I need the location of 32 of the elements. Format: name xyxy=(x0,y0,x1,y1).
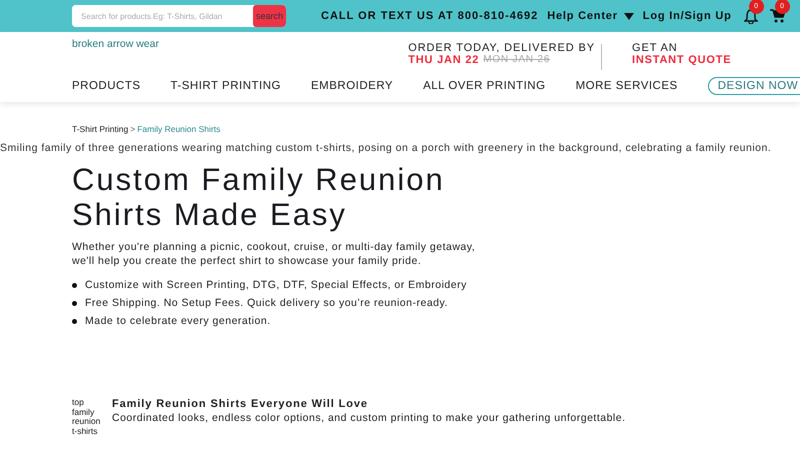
design-now-button[interactable]: DESIGN NOW xyxy=(708,77,800,95)
nav-item[interactable]: MORE SERVICES xyxy=(576,80,678,92)
bullet-text: Made to celebrate every generation. xyxy=(85,315,271,327)
bullet-icon xyxy=(72,300,77,306)
help-center-link[interactable]: Help Center xyxy=(547,10,634,22)
delivery-label: ORDER TODAY, DELIVERED BY xyxy=(408,42,595,54)
feature-heading: Family Reunion Shirts Everyone Will Love xyxy=(112,398,369,410)
image-alt-text: Smiling family of three generations wearing matching custom t-shirts, posing on a porch with greenery in the background, celebrating a family reunion. xyxy=(0,142,772,154)
nav-item[interactable]: T-SHIRT PRINTING xyxy=(170,80,281,92)
login-link[interactable]: Log In/Sign Up xyxy=(642,10,732,22)
bullet-text: Customize with Screen Printing, DTG, DTF, Special Effects, or Embroidery xyxy=(85,279,467,291)
quote-label: GET AN xyxy=(632,42,679,54)
logo-alt-text[interactable]: broken arrow wear xyxy=(72,38,159,50)
delivery-date: THU JAN 22 xyxy=(408,54,480,66)
intro-paragraph: Whether you're planning a picnic, cookout, cruise, or multi-day family getaway, we'll help you create the perfect shirt to showcase your family pride. xyxy=(72,240,476,268)
bullet-icon xyxy=(72,282,77,288)
nav-item[interactable]: PRODUCTS xyxy=(72,80,141,92)
feature-text: Coordinated looks, endless color options, and custom printing to make your gathering unforgettable. xyxy=(112,412,626,424)
bell-icon[interactable] xyxy=(744,8,758,24)
breadcrumb-link[interactable]: Family Reunion Shirts xyxy=(137,124,220,134)
old-delivery-date: MON JAN 26 xyxy=(483,54,550,66)
instant-quote-link[interactable]: INSTANT QUOTE xyxy=(632,54,738,66)
caret-icon xyxy=(624,12,634,20)
phone-text: CALL OR TEXT US AT 800-810-4692 xyxy=(321,10,538,22)
image-alt-text: top family reunion t-shirts xyxy=(72,398,102,436)
nav-item[interactable]: ALL OVER PRINTING xyxy=(423,80,546,92)
bullet-icon xyxy=(72,318,77,324)
bullet-text: Free Shipping. No Setup Fees. Quick delivery so you’re reunion-ready. xyxy=(85,297,448,309)
breadcrumb-separator: > xyxy=(130,124,136,134)
page-title: Custom Family Reunion Shirts Made Easy xyxy=(72,162,446,232)
breadcrumb-link[interactable]: T-Shirt Printing xyxy=(72,124,128,134)
nav-item[interactable]: EMBROIDERY xyxy=(310,80,394,92)
